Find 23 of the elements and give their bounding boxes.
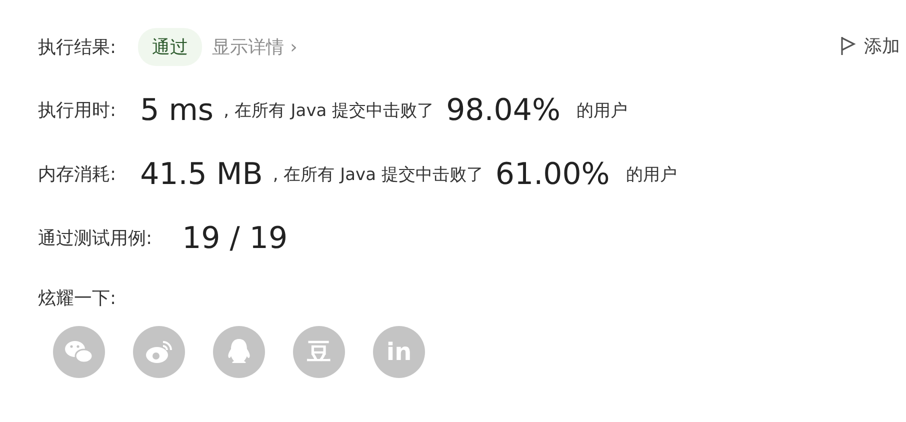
chat-bubbles-icon[interactable]: [53, 326, 105, 378]
flag-icon: [840, 36, 856, 56]
status-badge: 通过: [138, 28, 202, 66]
penguin-icon[interactable]: [213, 326, 265, 378]
tests-label: 通过测试用例:: [38, 227, 152, 250]
stat-value: 41.5 MB: [140, 156, 263, 192]
stat-percent: 61.00%: [495, 156, 610, 192]
eye-swirl-icon[interactable]: [133, 326, 185, 378]
details-link[interactable]: 显示详情 ›: [212, 35, 298, 59]
share-icon[interactable]: in: [373, 326, 425, 378]
stat-percent: 98.04%: [446, 92, 560, 128]
stat-label: 执行用时:: [38, 99, 116, 122]
stat-text: , 在所有 Java 提交中击败了: [224, 100, 434, 122]
tests-value: 19 / 19: [182, 220, 288, 256]
result-label: 执行结果:: [38, 36, 116, 59]
stat-label: 内存消耗:: [38, 163, 116, 186]
share-label: 炫耀一下:: [38, 287, 116, 310]
stat-suffix: 的用户: [576, 100, 628, 122]
share-icon[interactable]: 豆: [293, 326, 345, 378]
add-link[interactable]: 添加: [840, 34, 900, 58]
stat-value: 5 ms: [140, 92, 214, 128]
stat-text: , 在所有 Java 提交中击败了: [272, 164, 484, 186]
stat-suffix: 的用户: [626, 164, 677, 186]
